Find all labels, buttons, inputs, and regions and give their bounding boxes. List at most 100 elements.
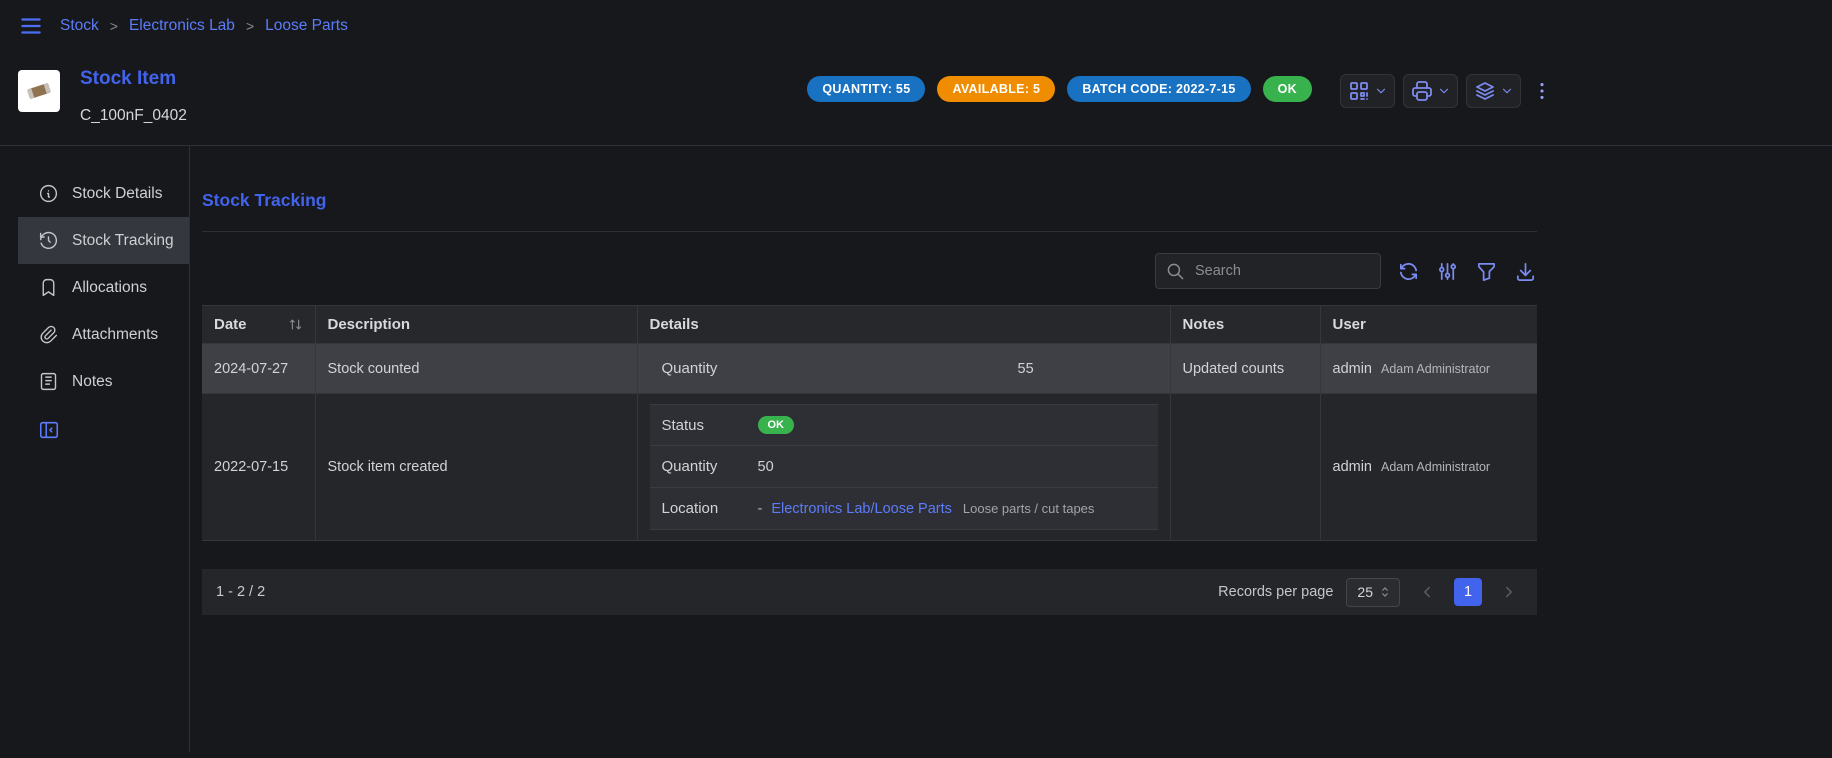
username: admin [1333, 361, 1373, 377]
panel-title: Stock Tracking [202, 190, 1537, 211]
details-subtable: Status OK Quantity 50 Location - [650, 404, 1158, 530]
paperclip-icon [38, 324, 59, 345]
status-ok-badge: OK [758, 416, 795, 434]
cell-date: 2024-07-27 [202, 344, 315, 394]
page-title: Stock Item [80, 68, 187, 90]
sidebar-item-label: Stock Tracking [72, 232, 174, 250]
sidebar-item-notes[interactable]: Notes [18, 358, 189, 405]
barcode-actions-button[interactable] [1340, 74, 1395, 108]
records-per-page-value: 25 [1357, 584, 1373, 600]
page-1-button[interactable]: 1 [1454, 578, 1482, 606]
refresh-button[interactable] [1397, 260, 1420, 283]
sidebar-item-label: Notes [72, 373, 113, 391]
page-header: Stock Item C_100nF_0402 QUANTITY: 55 AVA… [18, 52, 1555, 145]
sidebar: Stock Details Stock Tracking Allocations… [18, 146, 190, 752]
detail-row-quantity: Quantity 50 [650, 446, 1158, 488]
detail-key: Quantity [662, 458, 758, 475]
sidebar-item-label: Allocations [72, 279, 147, 297]
column-header-user[interactable]: User [1320, 306, 1537, 344]
breadcrumb: Stock > Electronics Lab > Loose Parts [60, 17, 348, 35]
available-badge: AVAILABLE: 5 [937, 76, 1055, 102]
chevron-left-icon [1418, 583, 1436, 601]
history-icon [38, 230, 59, 251]
column-header-notes[interactable]: Notes [1170, 306, 1320, 344]
breadcrumb-loose-parts[interactable]: Loose Parts [265, 17, 348, 35]
column-header-details[interactable]: Details [637, 306, 1170, 344]
chevron-down-icon [1374, 84, 1388, 98]
sidebar-item-stock-tracking[interactable]: Stock Tracking [18, 217, 189, 264]
page: Stock > Electronics Lab > Loose Parts [0, 0, 1832, 752]
chevron-right-icon [1500, 583, 1518, 601]
detail-key: Quantity [662, 360, 758, 377]
column-label: Date [214, 316, 247, 333]
detail-key: Location [662, 500, 758, 517]
cell-date: 2022-07-15 [202, 394, 315, 541]
dots-vertical-icon [1531, 80, 1553, 102]
top-navigation-bar: Stock > Electronics Lab > Loose Parts [18, 0, 1555, 52]
notes-icon [38, 371, 59, 392]
refresh-icon [1397, 260, 1420, 283]
stock-item-thumbnail[interactable] [18, 70, 60, 112]
header-actions [1340, 74, 1555, 108]
records-per-page-select[interactable]: 25 [1346, 578, 1400, 607]
breadcrumb-electronics-lab[interactable]: Electronics Lab [129, 17, 235, 35]
sidebar-collapse-icon [38, 419, 60, 441]
sidebar-item-attachments[interactable]: Attachments [18, 311, 189, 358]
panel-divider [202, 231, 1537, 232]
search-box [1155, 253, 1381, 289]
table-toolbar [202, 253, 1537, 289]
location-link[interactable]: Electronics Lab/Loose Parts [771, 501, 952, 517]
pagination-controls: Records per page 25 1 [1218, 578, 1523, 607]
cell-user: admin Adam Administrator [1320, 394, 1537, 541]
download-button[interactable] [1514, 260, 1537, 283]
search-icon [1166, 262, 1185, 281]
filter-icon [1475, 260, 1498, 283]
table-row[interactable]: 2024-07-27 Stock counted Quantity 55 Upd… [202, 344, 1537, 394]
stock-actions-button[interactable] [1466, 74, 1521, 108]
cell-details: Quantity 55 [637, 344, 1170, 394]
sidebar-item-stock-details[interactable]: Stock Details [18, 170, 189, 217]
chevron-down-icon [1500, 84, 1514, 98]
info-circle-icon [38, 183, 59, 204]
sort-icon [288, 317, 303, 332]
chevron-down-icon [1437, 84, 1451, 98]
filter-button[interactable] [1475, 260, 1498, 283]
sidebar-collapse-button[interactable] [18, 419, 189, 441]
selector-icon [1378, 585, 1392, 599]
sidebar-item-label: Stock Details [72, 185, 162, 203]
cell-notes [1170, 394, 1320, 541]
column-label: Notes [1183, 316, 1225, 333]
stock-tracking-table: Date Description Details Notes User [202, 305, 1537, 541]
quantity-badge: QUANTITY: 55 [807, 76, 925, 102]
capacitor-image [24, 76, 54, 106]
menu-icon[interactable] [18, 13, 44, 39]
breadcrumb-separator: > [246, 18, 254, 34]
main-content: Stock Tracking [202, 146, 1537, 752]
status-badges: QUANTITY: 55 AVAILABLE: 5 BATCH CODE: 20… [807, 76, 1312, 102]
column-label: User [1333, 316, 1366, 333]
column-label: Description [328, 316, 411, 333]
table-settings-button[interactable] [1436, 260, 1459, 283]
status-ok-badge: OK [1263, 76, 1312, 102]
detail-key: Status [662, 417, 758, 434]
cell-user: adminAdam Administrator [1320, 344, 1537, 394]
breadcrumb-stock[interactable]: Stock [60, 17, 99, 35]
search-input[interactable] [1193, 262, 1370, 280]
table-header-row: Date Description Details Notes User [202, 306, 1537, 344]
more-options-button[interactable] [1529, 76, 1555, 106]
column-header-date[interactable]: Date [202, 306, 315, 344]
detail-value: 50 [758, 459, 774, 475]
table-row[interactable]: 2022-07-15 Stock item created Status OK … [202, 394, 1537, 541]
user-full-name: Adam Administrator [1381, 460, 1490, 474]
previous-page-button[interactable] [1413, 578, 1441, 606]
print-actions-button[interactable] [1403, 74, 1458, 108]
records-per-page-label: Records per page [1218, 584, 1333, 600]
detail-row-status: Status OK [650, 404, 1158, 446]
sidebar-item-label: Attachments [72, 326, 158, 344]
column-label: Details [650, 316, 699, 333]
table-pagination-bar: 1 - 2 / 2 Records per page 25 1 [202, 569, 1537, 615]
username: admin [1333, 459, 1373, 475]
next-page-button[interactable] [1495, 578, 1523, 606]
sidebar-item-allocations[interactable]: Allocations [18, 264, 189, 311]
column-header-description[interactable]: Description [315, 306, 637, 344]
